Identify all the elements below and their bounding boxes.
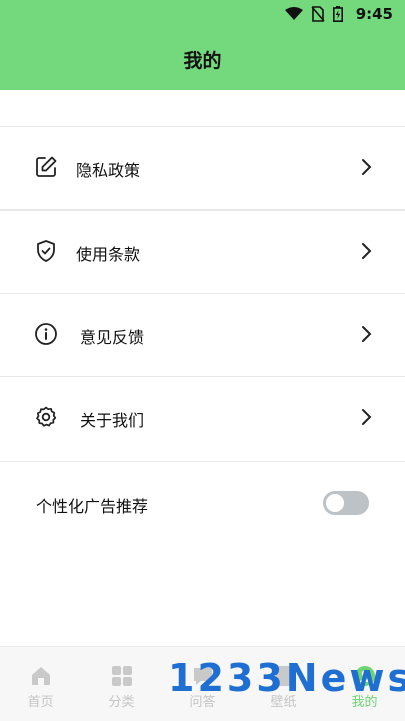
- toggle-knob: [326, 494, 344, 512]
- edit-icon: [36, 156, 57, 177]
- watermark-logo: 1233News: [168, 656, 405, 700]
- chevron-right-icon: [362, 243, 372, 259]
- gear-icon: [36, 406, 57, 427]
- page-title: 我的: [183, 50, 222, 72]
- personalized-ads-row: 个性化广告推荐: [0, 461, 405, 544]
- nav-label: 首页: [27, 695, 54, 710]
- status-bar: 9:45: [0, 0, 405, 28]
- chevron-right-icon: [362, 326, 372, 342]
- shield-check-icon: [37, 240, 55, 262]
- personalized-ads-toggle[interactable]: [323, 491, 369, 515]
- status-icons: [285, 6, 343, 22]
- info-icon: [35, 323, 57, 345]
- menu-item-label: 隐私政策: [76, 161, 141, 180]
- menu-item-label: 使用条款: [76, 245, 141, 264]
- wifi-icon: [285, 7, 303, 20]
- no-sim-icon: [311, 6, 325, 22]
- nav-label: 分类: [108, 695, 135, 710]
- chevron-right-icon: [362, 159, 372, 175]
- menu-item-label: 关于我们: [80, 411, 145, 430]
- personalized-ads-label: 个性化广告推荐: [36, 497, 149, 516]
- grid-icon: [111, 666, 132, 686]
- settings-list: 隐私政策 使用条款 意见反馈 关于我们: [0, 126, 405, 459]
- menu-item-terms-of-use[interactable]: 使用条款: [0, 209, 405, 293]
- home-icon: [31, 667, 50, 685]
- app-header: 9:45 我的: [0, 0, 405, 90]
- menu-item-label: 意见反馈: [80, 328, 145, 347]
- status-time: 9:45: [355, 5, 393, 23]
- battery-icon: [333, 6, 343, 22]
- menu-item-about-us[interactable]: 关于我们: [0, 376, 405, 459]
- nav-category[interactable]: 分类: [81, 647, 162, 721]
- menu-item-privacy-policy[interactable]: 隐私政策: [0, 126, 405, 209]
- menu-item-feedback[interactable]: 意见反馈: [0, 293, 405, 376]
- chevron-right-icon: [362, 409, 372, 425]
- nav-home[interactable]: 首页: [0, 647, 81, 721]
